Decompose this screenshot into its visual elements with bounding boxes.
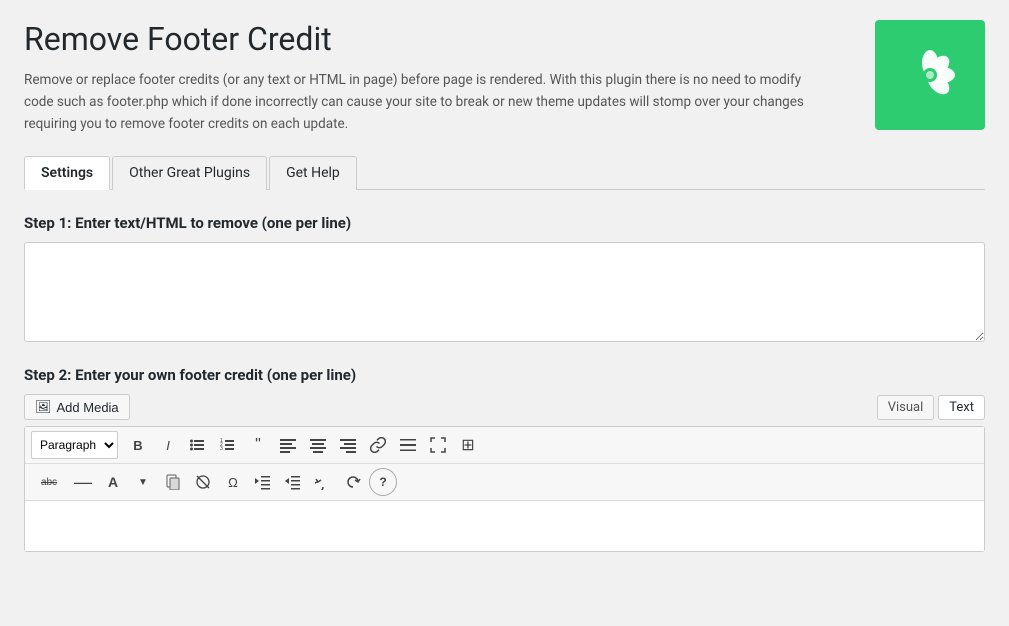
bold-button[interactable]: B (124, 431, 152, 459)
content-area: Step 1: Enter text/HTML to remove (one p… (24, 214, 985, 552)
header-text: Remove Footer Credit Remove or replace f… (24, 20, 875, 135)
text-tab[interactable]: Text (938, 395, 985, 420)
add-media-label: Add Media (57, 400, 119, 415)
paste-word-button[interactable] (159, 468, 187, 496)
editor-content-area[interactable] (25, 501, 984, 551)
step2-section: Step 2: Enter your own footer credit (on… (24, 366, 985, 552)
visual-text-tabs: Visual Text (877, 395, 985, 420)
align-left-button[interactable] (274, 431, 302, 459)
header-area: Remove Footer Credit Remove or replace f… (24, 20, 985, 135)
horizontal-rule-button[interactable] (394, 431, 422, 459)
editor-container: Paragraph B I 123 " (24, 426, 985, 552)
tabs-bar: Settings Other Great Plugins Get Help (24, 155, 985, 190)
add-media-row: 🖼 Add Media Visual Text (24, 394, 985, 420)
plugin-icon (875, 20, 985, 130)
step2-label: Step 2: Enter your own footer credit (on… (24, 366, 985, 384)
blockquote-button[interactable]: " (244, 431, 272, 459)
hr-button[interactable]: — (69, 468, 97, 496)
outdent-button[interactable] (279, 468, 307, 496)
media-icon: 🖼 (35, 399, 52, 415)
text-color-button[interactable]: A (99, 468, 127, 496)
tab-other-plugins[interactable]: Other Great Plugins (112, 156, 267, 190)
align-center-button[interactable] (304, 431, 332, 459)
step1-label: Step 1: Enter text/HTML to remove (one p… (24, 214, 985, 232)
page-title: Remove Footer Credit (24, 20, 855, 58)
page-wrapper: Remove Footer Credit Remove or replace f… (0, 0, 1009, 572)
italic-button[interactable]: I (154, 431, 182, 459)
indent-button[interactable] (249, 468, 277, 496)
redo-button[interactable] (339, 468, 367, 496)
unordered-list-button[interactable] (184, 431, 212, 459)
visual-tab[interactable]: Visual (877, 395, 935, 420)
add-media-button[interactable]: 🖼 Add Media (24, 394, 130, 420)
page-description: Remove or replace footer credits (or any… (24, 70, 804, 135)
help-button[interactable]: ? (369, 468, 397, 496)
special-char-button[interactable]: Ω (219, 468, 247, 496)
fullscreen-button[interactable] (424, 431, 452, 459)
strikethrough-button[interactable]: abc (31, 468, 67, 496)
svg-text:3: 3 (220, 446, 223, 452)
color-arrow[interactable]: ▼ (129, 468, 157, 496)
flower-icon (900, 45, 960, 105)
editor-toolbar-row2: abc — A ▼ Ω (25, 464, 984, 501)
editor-toolbar-row1: Paragraph B I 123 " (25, 427, 984, 464)
tab-settings[interactable]: Settings (24, 156, 110, 190)
undo-button[interactable] (309, 468, 337, 496)
ordered-list-button[interactable]: 123 (214, 431, 242, 459)
kitchen-sink-button[interactable]: ⊞ (454, 431, 482, 459)
clear-format-button[interactable] (189, 468, 217, 496)
paragraph-select[interactable]: Paragraph (31, 431, 118, 459)
step1-textarea[interactable] (24, 242, 985, 342)
link-button[interactable] (364, 431, 392, 459)
tab-get-help[interactable]: Get Help (269, 156, 357, 190)
align-right-button[interactable] (334, 431, 362, 459)
